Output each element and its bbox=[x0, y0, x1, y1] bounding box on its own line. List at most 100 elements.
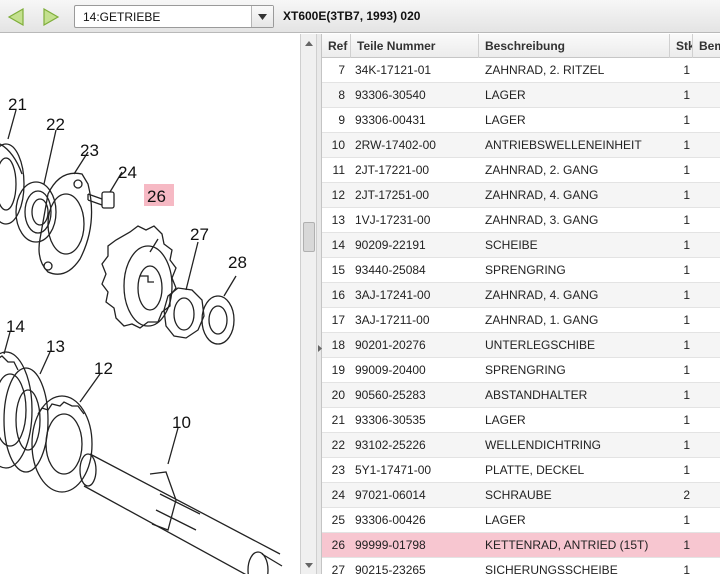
scroll-down-icon[interactable] bbox=[302, 558, 316, 572]
part-10-drive-shaft[interactable] bbox=[79, 453, 283, 574]
row-part-number: 2JT-17251-00 bbox=[355, 188, 430, 202]
row-ref: 22 bbox=[331, 438, 345, 452]
callout-14[interactable]: 14 bbox=[6, 317, 25, 336]
table-row[interactable]: 15 93440-25084 SPRENGRING 1 bbox=[322, 258, 720, 283]
chevron-down-icon[interactable] bbox=[251, 6, 273, 27]
row-ref: 16 bbox=[331, 288, 345, 302]
row-description: ANTRIEBSWELLENEINHEIT bbox=[485, 138, 642, 152]
row-ref: 13 bbox=[331, 213, 345, 227]
header-description[interactable]: Beschreibung bbox=[479, 34, 670, 58]
row-description: SPRENGRING bbox=[485, 263, 566, 277]
row-part-number: 1VJ-17231-00 bbox=[355, 213, 431, 227]
row-part-number: 2JT-17221-00 bbox=[355, 163, 430, 177]
model-title: XT600E(3TB7, 1993) 020 bbox=[283, 9, 421, 23]
toolbar: 14:GETRIEBE XT600E(3TB7, 1993) 020 bbox=[0, 0, 720, 33]
row-ref: 10 bbox=[331, 138, 345, 152]
header-ref[interactable]: Ref bbox=[322, 34, 351, 58]
table-row[interactable]: 22 93102-25226 WELLENDICHTRING 1 bbox=[322, 433, 720, 458]
callout-28[interactable]: 28 bbox=[228, 253, 247, 272]
row-quantity: 1 bbox=[683, 238, 690, 252]
table-row[interactable]: 17 3AJ-17211-00 ZAHNRAD, 1. GANG 1 bbox=[322, 308, 720, 333]
group-select[interactable]: 14:GETRIEBE bbox=[74, 5, 274, 28]
row-description: LAGER bbox=[485, 88, 526, 102]
table-row[interactable]: 9 93306-00431 LAGER 1 bbox=[322, 108, 720, 133]
part-21-bearing[interactable] bbox=[0, 143, 25, 225]
table-row[interactable]: 10 2RW-17402-00 ANTRIEBSWELLENEINHEIT 1 bbox=[322, 133, 720, 158]
row-part-number: 93440-25084 bbox=[355, 263, 426, 277]
row-quantity: 1 bbox=[683, 563, 690, 574]
back-button[interactable] bbox=[5, 7, 27, 27]
callout-27[interactable]: 27 bbox=[190, 225, 209, 244]
row-ref: 18 bbox=[331, 338, 345, 352]
table-row[interactable]: 23 5Y1-17471-00 PLATTE, DECKEL 1 bbox=[322, 458, 720, 483]
row-description: SCHEIBE bbox=[485, 238, 538, 252]
callout-24[interactable]: 24 bbox=[118, 163, 137, 182]
part-12-gear[interactable] bbox=[31, 395, 93, 493]
forward-button[interactable] bbox=[40, 7, 62, 27]
row-ref: 23 bbox=[331, 463, 345, 477]
parts-table: Ref Teile Nummer Beschreibung Stk Bem 73… bbox=[322, 34, 720, 574]
row-quantity: 1 bbox=[683, 463, 690, 477]
callout-26[interactable]: 26 bbox=[147, 187, 166, 206]
row-part-number: 97021-06014 bbox=[355, 488, 426, 502]
header-remark[interactable]: Bem bbox=[693, 34, 720, 58]
row-quantity: 1 bbox=[683, 263, 690, 277]
row-quantity: 1 bbox=[683, 163, 690, 177]
table-row[interactable]: 24 97021-06014 SCHRAUBE 2 bbox=[322, 483, 720, 508]
table-row[interactable]: 7 34K-17121-01 ZAHNRAD, 2. RITZEL 1 bbox=[322, 58, 720, 83]
scroll-up-icon[interactable] bbox=[302, 36, 316, 50]
row-description: ZAHNRAD, 3. GANG bbox=[485, 213, 599, 227]
row-description: ZAHNRAD, 2. GANG bbox=[485, 163, 599, 177]
callout-22[interactable]: 22 bbox=[46, 115, 65, 134]
callout-21[interactable]: 21 bbox=[8, 95, 27, 114]
row-ref: 11 bbox=[332, 163, 345, 177]
row-quantity: 1 bbox=[683, 388, 690, 402]
diagram-scrollbar[interactable] bbox=[300, 34, 317, 574]
row-ref: 19 bbox=[331, 363, 345, 377]
row-part-number: 5Y1-17471-00 bbox=[355, 463, 432, 477]
row-quantity: 1 bbox=[683, 413, 690, 427]
row-quantity: 1 bbox=[683, 363, 690, 377]
row-quantity: 1 bbox=[683, 213, 690, 227]
table-row[interactable]: 25 93306-00426 LAGER 1 bbox=[322, 508, 720, 533]
callout-10[interactable]: 10 bbox=[172, 413, 191, 432]
exploded-parts-diagram[interactable]: 21 22 23 24 26 27 28 14 13 12 10 bbox=[0, 34, 300, 574]
header-quantity[interactable]: Stk bbox=[670, 34, 693, 58]
table-row[interactable]: 8 93306-30540 LAGER 1 bbox=[322, 83, 720, 108]
table-row[interactable]: 16 3AJ-17241-00 ZAHNRAD, 4. GANG 1 bbox=[322, 283, 720, 308]
row-part-number: 3AJ-17211-00 bbox=[355, 313, 430, 327]
table-row[interactable]: 11 2JT-17221-00 ZAHNRAD, 2. GANG 1 bbox=[322, 158, 720, 183]
part-23-cover-plate[interactable] bbox=[38, 172, 93, 275]
table-row[interactable]: 26 99999-01798 KETTENRAD, ANTRIED (15T) 1 bbox=[322, 533, 720, 558]
table-row[interactable]: 13 1VJ-17231-00 ZAHNRAD, 3. GANG 1 bbox=[322, 208, 720, 233]
row-part-number: 34K-17121-01 bbox=[355, 63, 432, 77]
row-ref: 7 bbox=[338, 63, 345, 77]
table-row[interactable]: 20 90560-25283 ABSTANDHALTER 1 bbox=[322, 383, 720, 408]
row-description: ABSTANDHALTER bbox=[485, 388, 588, 402]
row-description: ZAHNRAD, 4. GANG bbox=[485, 188, 599, 202]
row-ref: 21 bbox=[331, 413, 345, 427]
row-ref: 25 bbox=[331, 513, 345, 527]
row-ref: 24 bbox=[331, 488, 345, 502]
table-row[interactable]: 12 2JT-17251-00 ZAHNRAD, 4. GANG 1 bbox=[322, 183, 720, 208]
table-row[interactable]: 18 90201-20276 UNTERLEGSCHIBE 1 bbox=[322, 333, 720, 358]
callout-12[interactable]: 12 bbox=[94, 359, 113, 378]
row-part-number: 90201-20276 bbox=[355, 338, 426, 352]
table-row[interactable]: 19 99009-20400 SPRENGRING 1 bbox=[322, 358, 720, 383]
row-part-number: 93306-30540 bbox=[355, 88, 426, 102]
row-ref: 26 bbox=[331, 538, 345, 552]
row-part-number: 3AJ-17241-00 bbox=[355, 288, 431, 302]
table-row[interactable]: 14 90209-22191 SCHEIBE 1 bbox=[322, 233, 720, 258]
table-header: Ref Teile Nummer Beschreibung Stk Bem bbox=[322, 34, 720, 58]
callout-13[interactable]: 13 bbox=[46, 337, 65, 356]
row-ref: 14 bbox=[331, 238, 345, 252]
scroll-thumb[interactable] bbox=[303, 222, 315, 252]
row-quantity: 1 bbox=[683, 288, 690, 302]
table-row[interactable]: 27 90215-23265 SICHERUNGSSCHEIBE 1 bbox=[322, 558, 720, 574]
table-row[interactable]: 21 93306-30535 LAGER 1 bbox=[322, 408, 720, 433]
row-quantity: 1 bbox=[683, 513, 690, 527]
callout-23[interactable]: 23 bbox=[80, 141, 99, 160]
part-28-bearing[interactable] bbox=[201, 295, 235, 345]
row-ref: 27 bbox=[331, 563, 345, 574]
header-part-number[interactable]: Teile Nummer bbox=[351, 34, 479, 58]
